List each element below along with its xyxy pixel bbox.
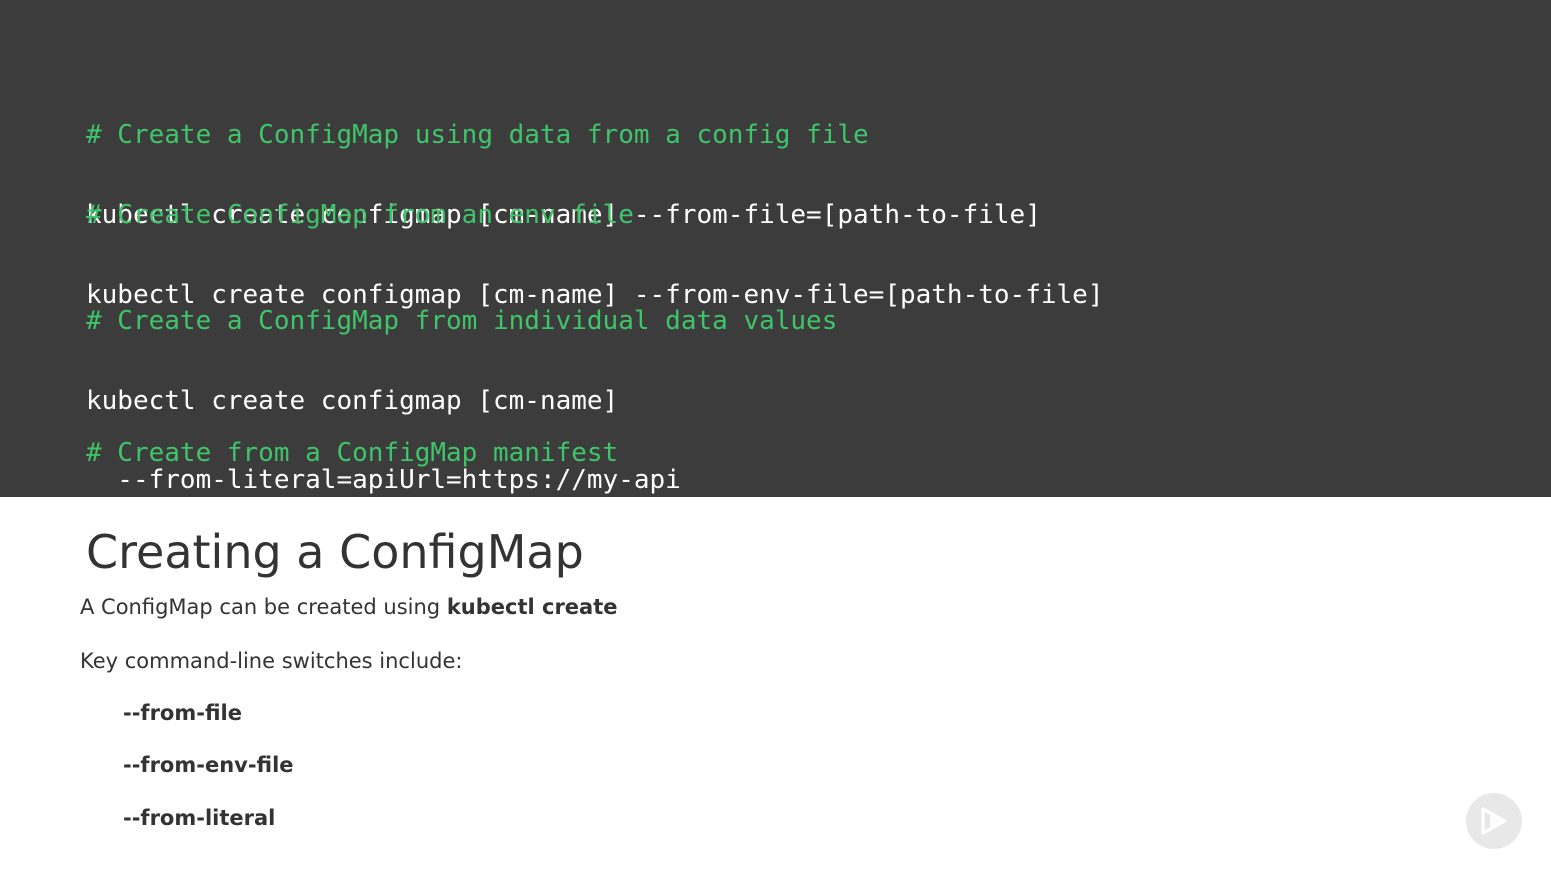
code-panel: # Create a ConfigMap using data from a c… [0,0,1551,573]
code-comment: # Create from a ConfigMap manifest [86,438,619,468]
slide-title: Creating a ConfigMap [86,525,584,579]
play-logo-icon [1481,807,1507,835]
code-comment: # Create a ConfigMap using data from a c… [86,120,869,150]
intro-text: A ConfigMap can be created using kubectl… [80,592,618,622]
intro-prefix: A ConfigMap can be created using [80,595,447,619]
switch-item: --from-env-file [123,753,294,777]
switch-item: --from-literal [123,806,276,830]
code-comment: # Create ConfigMap from an env file [86,200,634,230]
intro-command: kubectl create [446,595,618,619]
code-comment: # Create a ConfigMap from individual dat… [86,306,838,336]
play-logo-button[interactable] [1466,793,1522,849]
switch-item: --from-file [123,701,242,725]
switches-label: Key command-line switches include: [80,649,463,673]
